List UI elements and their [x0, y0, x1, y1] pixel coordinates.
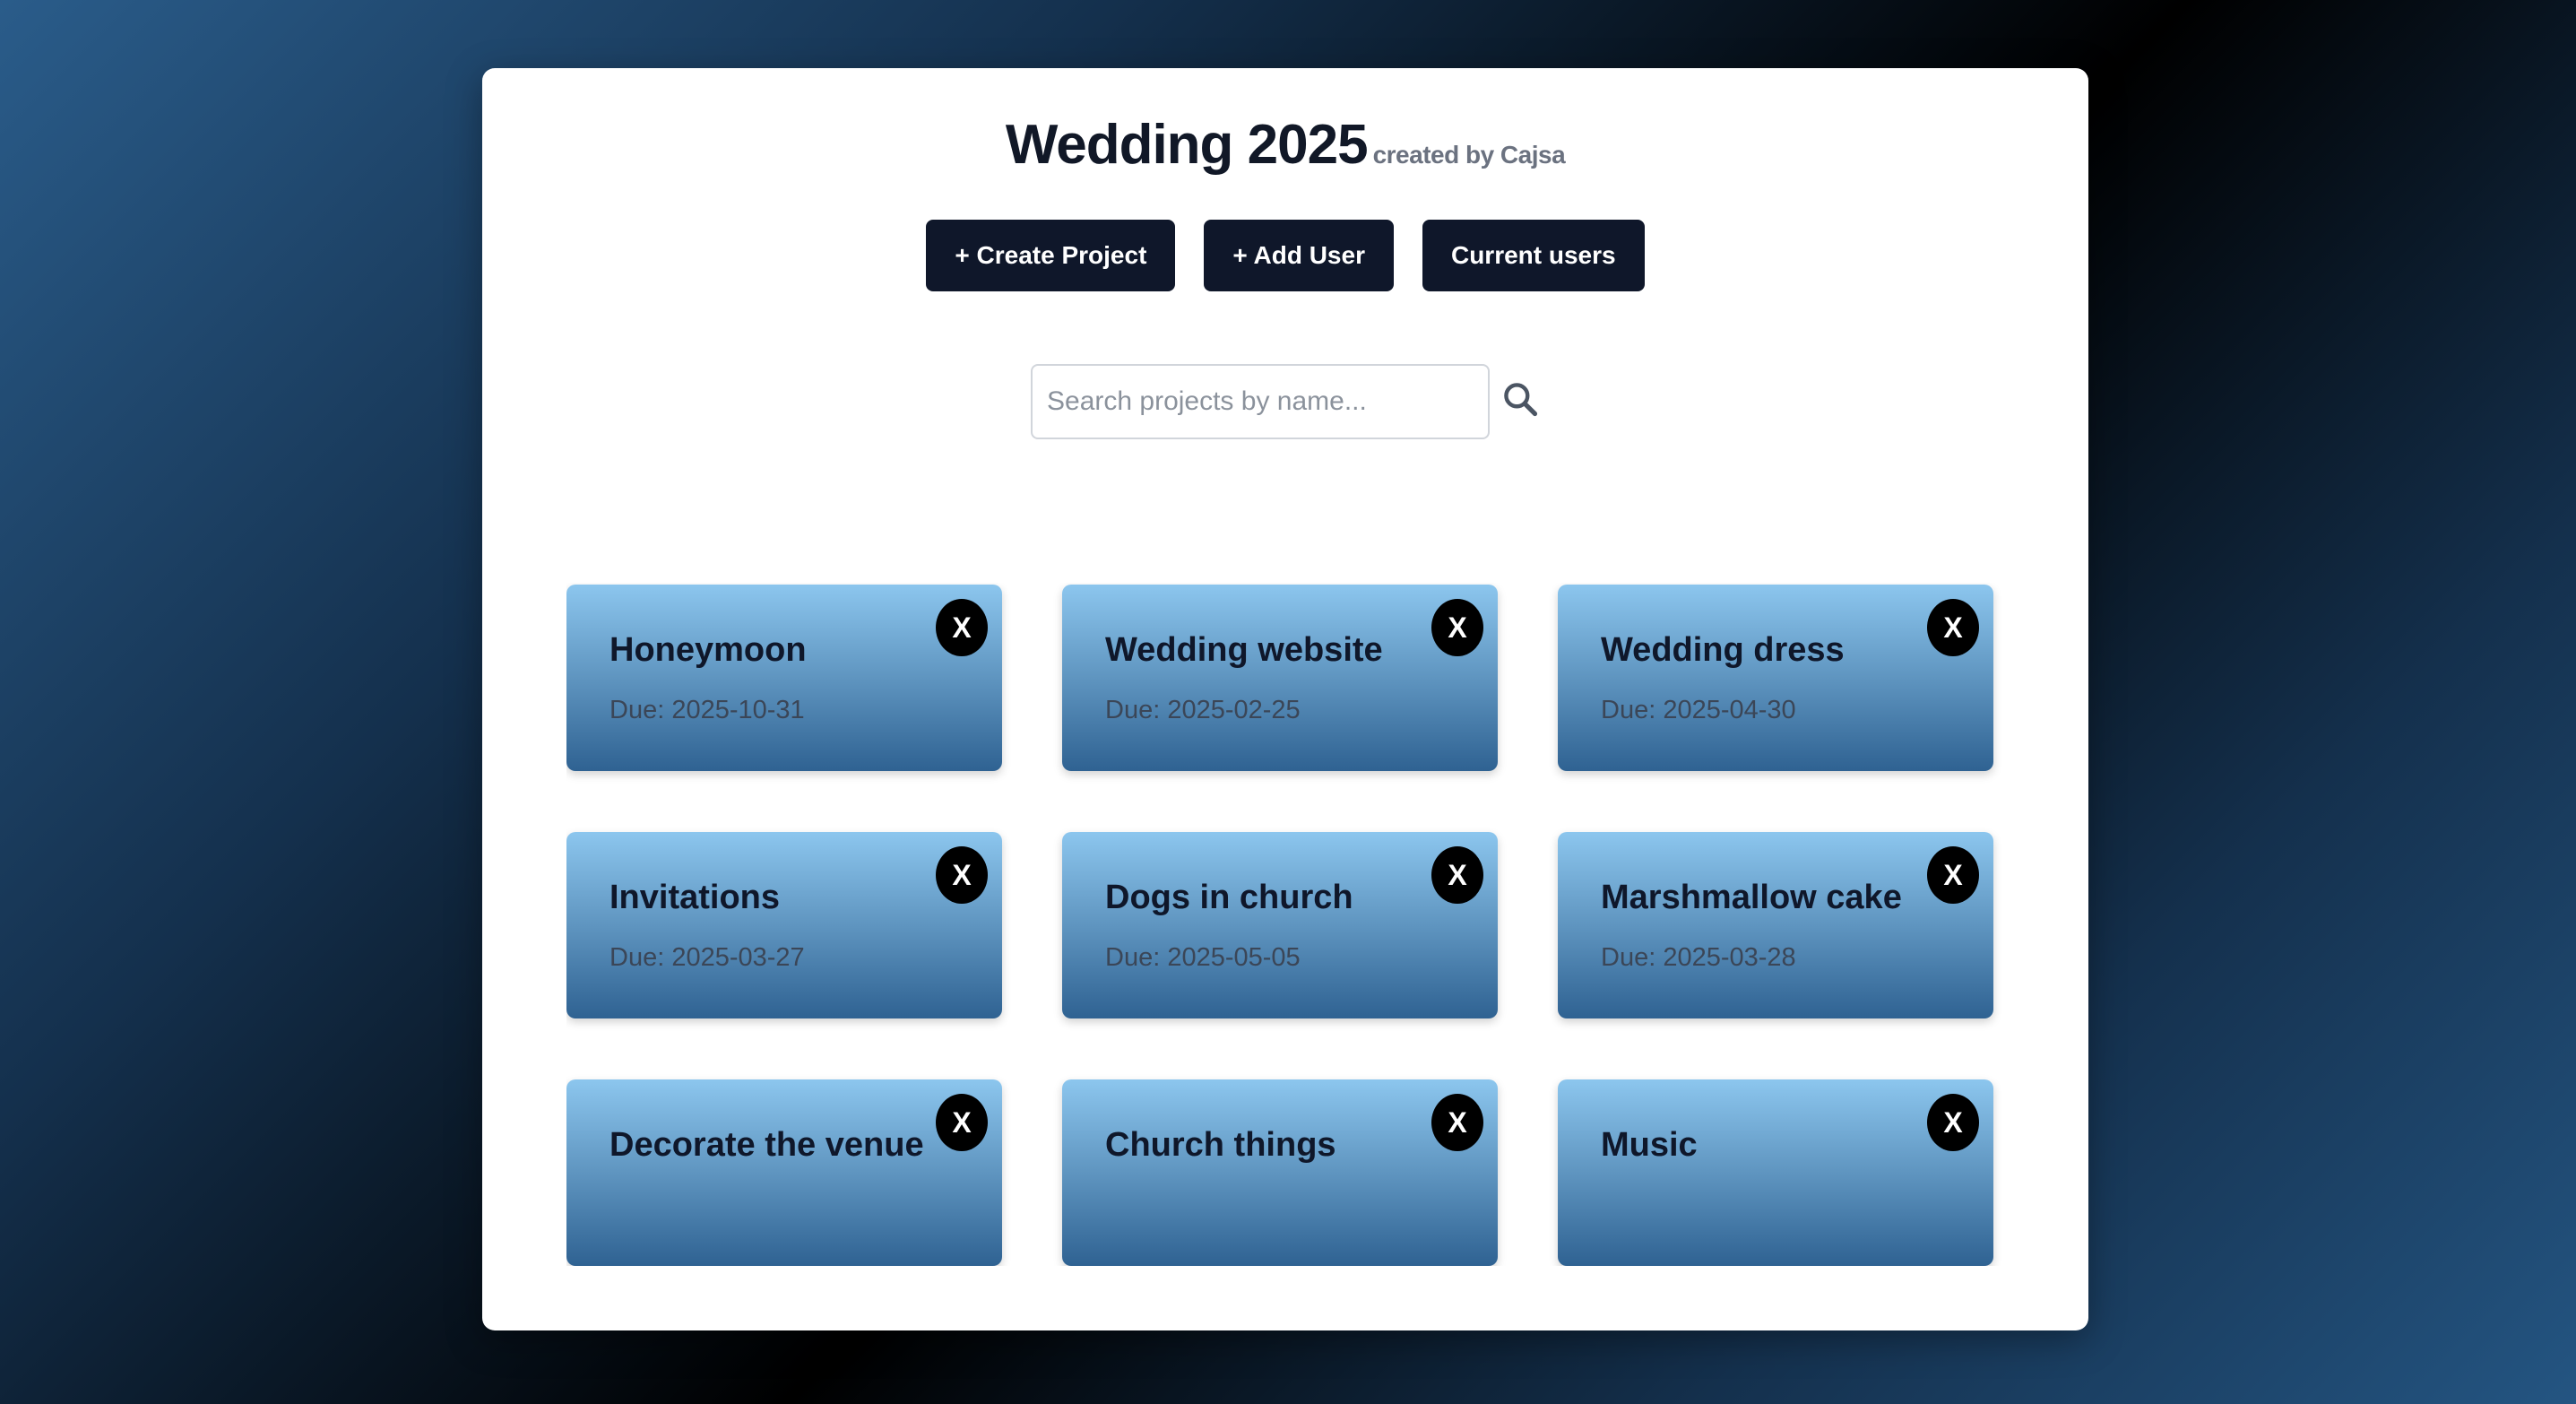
project-name: Wedding website — [1105, 631, 1383, 669]
project-due-date: Due: 2025-10-31 — [609, 696, 805, 724]
action-bar: + Create Project + Add User Current user… — [482, 220, 2088, 291]
delete-project-button[interactable]: X — [936, 846, 988, 904]
delete-project-button[interactable]: X — [1927, 846, 1979, 904]
add-user-button[interactable]: + Add User — [1204, 220, 1394, 291]
project-card[interactable]: Decorate the venue X — [566, 1079, 1002, 1266]
delete-project-button[interactable]: X — [1927, 599, 1979, 656]
project-grid: Honeymoon Due: 2025-10-31 X Wedding website… — [566, 583, 2010, 1266]
project-card[interactable]: Invitations Due: 2025-03-27 X — [566, 832, 1002, 1018]
project-due-date: Due: 2025-05-05 — [1105, 943, 1301, 972]
project-card[interactable]: Wedding dress Due: 2025-04-30 X — [1558, 585, 1993, 771]
search-icon[interactable] — [1500, 379, 1540, 419]
project-card[interactable]: Wedding website Due: 2025-02-25 X — [1062, 585, 1498, 771]
project-card[interactable]: Marshmallow cake Due: 2025-03-28 X — [1558, 832, 1993, 1018]
page-subtitle: created by Cajsa — [1372, 141, 1566, 169]
delete-project-button[interactable]: X — [1927, 1094, 1979, 1151]
project-due-date: Due: 2025-03-28 — [1601, 943, 1796, 972]
project-card[interactable]: Dogs in church Due: 2025-05-05 X — [1062, 832, 1498, 1018]
project-due-date: Due: 2025-02-25 — [1105, 696, 1301, 724]
project-name: Wedding dress — [1601, 631, 1845, 669]
create-project-button[interactable]: + Create Project — [926, 220, 1176, 291]
project-due-date: Due: 2025-03-27 — [609, 943, 805, 972]
delete-project-button[interactable]: X — [1431, 846, 1483, 904]
page-title: Wedding 2025 — [1005, 114, 1369, 176]
project-name: Dogs in church — [1105, 879, 1353, 916]
project-name: Honeymoon — [609, 631, 807, 669]
project-card[interactable]: Church things X — [1062, 1079, 1498, 1266]
project-name: Music — [1601, 1126, 1698, 1164]
current-users-button[interactable]: Current users — [1422, 220, 1645, 291]
delete-project-button[interactable]: X — [936, 599, 988, 656]
project-due-date: Due: 2025-04-30 — [1601, 696, 1796, 724]
project-name: Church things — [1105, 1126, 1336, 1164]
project-list[interactable]: Honeymoon Due: 2025-10-31 X Wedding website… — [566, 583, 2010, 1266]
project-name: Decorate the venue — [609, 1126, 924, 1164]
project-name: Marshmallow cake — [1601, 879, 1902, 916]
project-card[interactable]: Honeymoon Due: 2025-10-31 X — [566, 585, 1002, 771]
delete-project-button[interactable]: X — [936, 1094, 988, 1151]
project-name: Invitations — [609, 879, 781, 916]
page-header: Wedding 2025 created by Cajsa — [482, 113, 2088, 177]
delete-project-button[interactable]: X — [1431, 599, 1483, 656]
delete-project-button[interactable]: X — [1431, 1094, 1483, 1151]
search-bar — [482, 364, 2088, 439]
project-card[interactable]: Music X — [1558, 1079, 1993, 1266]
main-panel: Wedding 2025 created by Cajsa + Create Pr… — [482, 68, 2088, 1330]
search-input[interactable] — [1031, 364, 1490, 439]
